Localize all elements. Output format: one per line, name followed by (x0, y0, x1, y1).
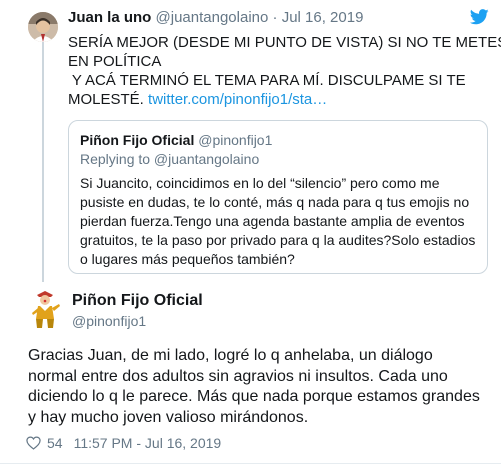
heart-icon[interactable] (26, 436, 41, 450)
tweet-timestamp[interactable]: 11:57 PM - Jul 16, 2019 (74, 435, 222, 451)
text-fragment: MOLESTÉ. (68, 91, 149, 108)
text-line: pusiste en dudas, te lo conté, más q nad… (80, 194, 470, 210)
text-line: Si Juancito, coincidimos en lo del “sile… (80, 175, 440, 191)
text-line: y hay mucho joven valioso mirándonos. (28, 408, 309, 426)
text-line: SERÍA MEJOR (DESDE MI PUNTO DE VISTA) SI… (68, 34, 501, 51)
twitter-bird-icon[interactable] (470, 9, 489, 25)
text-line: normal entre dos adultos sin agravios ni… (28, 367, 448, 385)
text-line: pierdan fuerza.Tengo una agenda bastante… (80, 213, 465, 229)
avatar[interactable] (27, 289, 63, 329)
thread-line (42, 38, 44, 282)
tweet-footer: 54 11:57 PM - Jul 16, 2019 (26, 434, 221, 452)
tweet-date[interactable]: Jul 16, 2019 (282, 9, 364, 26)
text-line: diciendo lo q le parece. Más que nada po… (28, 388, 480, 405)
text-line: gratuitos, te la paso por privado para q… (80, 232, 476, 248)
quoted-tweet[interactable]: Piñon Fijo Oficial @pinonfijo1 Replying … (68, 120, 488, 274)
reply-tweet-text: SERÍA MEJOR (DESDE MI PUNTO DE VISTA) SI… (68, 33, 501, 109)
avatar[interactable] (28, 12, 58, 42)
author-name[interactable]: Juan la uno (68, 9, 151, 26)
text-line: o lugares más pequeños también? (80, 251, 295, 267)
text-line: EN POLÍTICA (68, 53, 162, 70)
replying-to: Replying to @juantangolaino (80, 151, 260, 167)
separator: · (272, 9, 278, 26)
text-line: Gracias Juan, de mi lado, logré lo q anh… (28, 347, 433, 364)
author-name[interactable]: Piñon Fijo Oficial (72, 292, 203, 310)
main-tweet-text: Gracias Juan, de mi lado, logré lo q anh… (28, 346, 498, 428)
author-handle[interactable]: @juantangolaino (156, 9, 269, 26)
text-line: MOLESTÉ. twitter.com/pinonfijo1/sta… (68, 90, 488, 109)
quoted-author-name: Piñon Fijo Oficial (80, 132, 195, 148)
quoted-author-handle: @pinonfijo1 (198, 132, 273, 148)
text-line: Y ACÁ TERMINÓ EL TEMA PARA MÍ. DISCULPAM… (68, 72, 466, 89)
like-count[interactable]: 54 (47, 435, 63, 451)
quoted-tweet-header: Piñon Fijo Oficial @pinonfijo1 (80, 132, 272, 148)
reply-tweet[interactable]: Juan la uno @juantangolaino · Jul 16, 20… (0, 0, 501, 282)
divider (0, 463, 501, 464)
author-handle[interactable]: @pinonfijo1 (72, 313, 146, 329)
reply-tweet-header: Juan la uno @juantangolaino · Jul 16, 20… (68, 9, 363, 26)
tweet-link[interactable]: twitter.com/pinonfijo1/sta… (148, 91, 327, 108)
quoted-tweet-text: Si Juancito, coincidimos en lo del “sile… (80, 174, 480, 269)
